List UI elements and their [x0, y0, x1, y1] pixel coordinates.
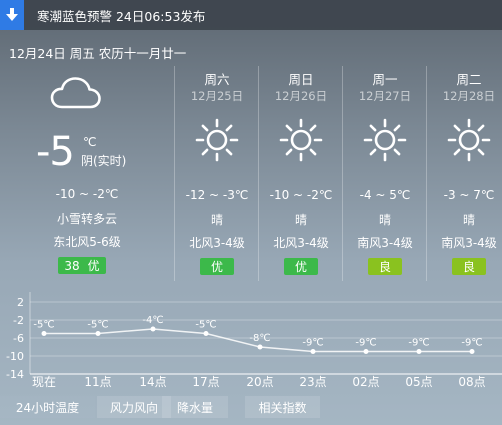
data-point[interactable] — [150, 326, 156, 332]
data-label: -5℃ — [33, 320, 54, 331]
data-point[interactable] — [363, 349, 369, 354]
day-temp-range: -10 ~ -2℃ — [269, 188, 333, 202]
day-date: 12月25日 — [190, 89, 244, 103]
aqi-label: 优 — [87, 259, 100, 273]
chart-tab[interactable]: 24小时温度 — [0, 396, 95, 418]
data-point[interactable] — [203, 331, 209, 336]
forecast-day[interactable]: 周一 12月27日 -4 ~ 5℃ 晴南风3-4级良 — [342, 66, 426, 281]
y-tick-label: -10 — [6, 350, 24, 363]
day-temp-range: -12 ~ -3℃ — [185, 188, 249, 202]
day-aqi-badge[interactable]: 优 — [200, 258, 234, 275]
down-arrow-icon[interactable] — [0, 0, 24, 30]
data-label: -4℃ — [142, 315, 163, 326]
x-tick-label: 23点 — [299, 375, 326, 389]
alert-bar[interactable]: 寒潮蓝色预警 24日06:53发布 — [0, 0, 502, 30]
forecast-day[interactable]: 周日 12月26日 -10 ~ -2℃ 晴北风3-4级优 — [258, 66, 342, 281]
sun-icon — [362, 117, 408, 167]
sun-icon — [194, 117, 240, 167]
forecast-day[interactable]: 周六 12月25日 -12 ~ -3℃ 晴北风3-4级优 — [174, 66, 258, 281]
data-label: -9℃ — [408, 338, 429, 349]
x-tick-label: 现在 — [32, 375, 56, 389]
data-label: -5℃ — [87, 320, 108, 331]
day-aqi-badge[interactable]: 优 — [284, 258, 318, 275]
y-tick-label: -14 — [6, 368, 24, 381]
forecast-day[interactable]: 周二 12月28日 -3 ~ 7℃ 晴南风3-4级良 — [426, 66, 502, 281]
today-weather-desc: 小雪转多云 — [56, 212, 117, 226]
aqi-value: 38 — [64, 258, 80, 273]
day-date: 12月28日 — [442, 89, 496, 103]
x-tick-label: 11点 — [84, 375, 111, 389]
x-tick-label: 20点 — [246, 375, 273, 389]
day-weather: 晴 — [294, 213, 307, 227]
data-point[interactable] — [416, 349, 422, 354]
chart-tab[interactable]: 相关指数 — [245, 396, 320, 418]
day-name: 周二 — [456, 72, 482, 87]
data-point[interactable] — [469, 349, 475, 354]
data-label: -9℃ — [302, 338, 323, 349]
date-line: 12月24日 周五 农历十一月廿一 — [9, 46, 187, 61]
day-temp-range: -4 ~ 5℃ — [359, 188, 411, 202]
data-point[interactable] — [95, 331, 101, 336]
chart-tab[interactable]: 降水量 — [162, 396, 228, 418]
x-tick-label: 02点 — [352, 375, 379, 389]
y-tick-label: -2 — [13, 314, 24, 327]
sun-icon — [278, 117, 324, 167]
today-wind: 东北风5-6级 — [53, 235, 121, 249]
day-temp-range: -3 ~ 7℃ — [443, 188, 495, 202]
day-wind: 北风3-4级 — [273, 236, 329, 250]
day-aqi-badge[interactable]: 良 — [452, 258, 486, 275]
today-aqi-badge[interactable]: 38 优 — [58, 257, 106, 274]
y-tick-label: -6 — [13, 332, 24, 345]
data-label: -9℃ — [355, 338, 376, 349]
alert-text[interactable]: 寒潮蓝色预警 24日06:53发布 — [37, 6, 205, 25]
day-date: 12月27日 — [358, 89, 412, 103]
cloud-icon — [50, 76, 102, 116]
day-weather: 晴 — [462, 213, 475, 227]
sun-icon — [446, 117, 492, 167]
x-tick-label: 14点 — [139, 375, 166, 389]
data-label: -9℃ — [461, 338, 482, 349]
today-panel: -5 ℃ 阴(实时) -10 ~ -2℃ 小雪转多云 东北风5-6级 38 优 — [0, 66, 174, 281]
data-label: -5℃ — [195, 320, 216, 331]
day-weather: 晴 — [378, 213, 391, 227]
day-name: 周日 — [288, 72, 314, 87]
day-aqi-badge[interactable]: 良 — [368, 258, 402, 275]
x-tick-label: 08点 — [458, 375, 485, 389]
chart-tab[interactable]: 风力风向 — [97, 396, 171, 418]
data-point[interactable] — [257, 344, 263, 350]
day-wind: 北风3-4级 — [189, 236, 245, 250]
data-point[interactable] — [41, 331, 47, 336]
current-weather: 阴(实时) — [81, 154, 127, 168]
y-tick-label: 2 — [17, 296, 24, 309]
day-date: 12月26日 — [274, 89, 328, 103]
current-temperature: -5 — [36, 129, 75, 175]
x-tick-label: 05点 — [405, 375, 432, 389]
temperature-chart: 2 -2 -6 -10 -14 -5℃ 现在 -5℃ 11点 -4℃ 14点 -5℃ 17点 -8℃ 20点… — [6, 292, 502, 389]
day-wind: 南风3-4级 — [357, 236, 413, 250]
data-label: -8℃ — [249, 333, 270, 344]
day-weather: 晴 — [210, 213, 223, 227]
day-wind: 南风3-4级 — [441, 236, 497, 250]
today-temp-range: -10 ~ -2℃ — [55, 187, 119, 201]
data-point[interactable] — [310, 349, 316, 354]
x-tick-label: 17点 — [192, 375, 219, 389]
day-name: 周一 — [372, 72, 398, 87]
day-name: 周六 — [204, 72, 230, 87]
temperature-unit: ℃ — [83, 135, 97, 149]
